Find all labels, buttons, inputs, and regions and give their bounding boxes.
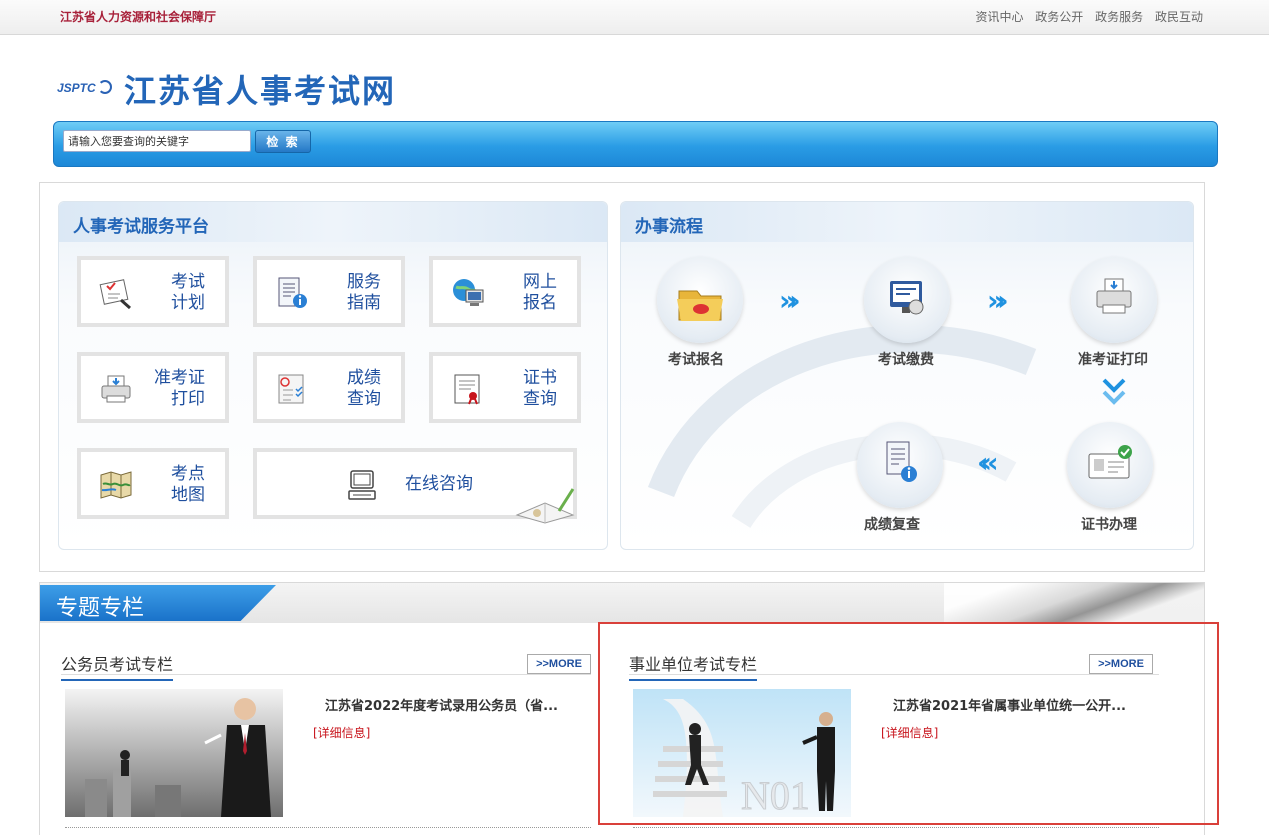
certificate-icon xyxy=(454,374,480,405)
service-platform-panel: 人事考试服务平台 考试 计划 服务 指南 网上 报名 准考证 打印 成绩 查询 证书 查询 … xyxy=(58,201,608,550)
info-document-icon xyxy=(278,277,307,308)
exam-site-map-line1: 考点 xyxy=(171,464,205,484)
computer-icon xyxy=(348,470,376,500)
column-title[interactable]: 公务员考试专栏 xyxy=(61,651,174,681)
flow-step-register[interactable] xyxy=(657,257,743,343)
globe-computer-icon xyxy=(453,279,484,306)
workflow-panel: 办事流程 考试报名 »› 考试缴费 »› 准考证打印 成绩复查 ‹« 证书办理 xyxy=(620,201,1194,550)
news-thumbnail-image[interactable] xyxy=(65,689,283,817)
chevron-right-icon: »› xyxy=(987,284,1008,317)
exam-plan-line1: 考试 xyxy=(171,272,205,292)
flow-step-certificate[interactable] xyxy=(1067,422,1153,508)
service-guide-line2: 指南 xyxy=(347,293,381,313)
certificate-query-button[interactable]: 证书 查询 xyxy=(429,352,581,423)
civil-servant-column: 公务员考试专栏 >>MORE 江苏省2022年度考试录用公务员（省... [详细… xyxy=(61,651,591,831)
special-header: 专题专栏 xyxy=(40,583,1204,623)
special-title: 专题专栏 xyxy=(56,596,145,621)
exam-plan-button[interactable]: 考试 计划 xyxy=(77,256,229,327)
logo-text: JSPTC xyxy=(57,81,96,95)
online-register-label: 网上 报名 xyxy=(497,272,557,314)
flow-label-score-review: 成绩复查 xyxy=(864,517,920,533)
nav-interaction[interactable]: 政民互动 xyxy=(1155,10,1203,24)
certificate-query-line1: 证书 xyxy=(523,368,557,388)
admission-ticket-line2: 打印 xyxy=(171,389,205,409)
detail-link[interactable]: [详细信息] xyxy=(313,724,370,741)
panel-header xyxy=(621,202,1193,242)
top-nav: 资讯中心 政务公开 政务服务 政民互动 xyxy=(967,8,1203,25)
exam-plan-line2: 计划 xyxy=(171,293,205,313)
book-pen-icon xyxy=(515,488,575,524)
flow-label-payment: 考试缴费 xyxy=(878,352,934,368)
monitor-form-icon xyxy=(890,281,924,315)
highlight-box xyxy=(598,622,1219,825)
certificate-query-line2: 查询 xyxy=(523,389,557,409)
exam-plan-label: 考试 计划 xyxy=(145,272,205,314)
exam-paper-icon xyxy=(99,279,131,310)
exam-site-map-line2: 地图 xyxy=(171,485,205,505)
score-query-label: 成绩 查询 xyxy=(321,368,381,410)
flow-label-admission-print: 准考证打印 xyxy=(1078,352,1148,368)
nav-gov-services[interactable]: 政务服务 xyxy=(1095,10,1143,24)
logo[interactable]: JSPTC xyxy=(57,80,112,95)
folder-icon xyxy=(677,290,723,321)
score-query-line1: 成绩 xyxy=(347,368,381,388)
flow-step-admission-print[interactable] xyxy=(1071,257,1157,343)
workflow-title: 办事流程 xyxy=(635,217,703,237)
search-bar: 检 索 xyxy=(53,121,1218,167)
admission-ticket-print-button[interactable]: 准考证 打印 xyxy=(77,352,229,423)
search-button[interactable]: 检 索 xyxy=(255,130,311,153)
score-query-line2: 查询 xyxy=(347,389,381,409)
more-button[interactable]: >>MORE xyxy=(527,654,591,674)
admission-ticket-print-label: 准考证 打印 xyxy=(145,368,205,410)
printer-icon xyxy=(1096,278,1132,314)
dotted-divider xyxy=(65,827,591,828)
main-section: 人事考试服务平台 考试 计划 服务 指南 网上 报名 准考证 打印 成绩 查询 证书 查询 … xyxy=(39,182,1205,572)
info-document-icon xyxy=(886,441,917,482)
certificate-query-label: 证书 查询 xyxy=(497,368,557,410)
online-consult-button[interactable]: 在线咨询 xyxy=(253,448,577,524)
top-bar: 江苏省人力资源和社会保障厅 资讯中心 政务公开 政务服务 政民互动 xyxy=(0,0,1269,35)
exam-site-map-button[interactable]: 考点 地图 xyxy=(77,448,229,519)
online-register-line1: 网上 xyxy=(523,272,557,292)
org-name-link[interactable]: 江苏省人力资源和社会保障厅 xyxy=(60,8,216,25)
service-guide-button[interactable]: 服务 指南 xyxy=(253,256,405,327)
flow-step-score-review[interactable] xyxy=(857,422,943,508)
map-icon xyxy=(100,471,132,499)
chevron-left-icon: ‹« xyxy=(977,446,998,479)
score-query-button[interactable]: 成绩 查询 xyxy=(253,352,405,423)
news-title-link[interactable]: 江苏省2022年度考试录用公务员（省... xyxy=(325,695,558,714)
service-guide-label: 服务 指南 xyxy=(321,272,381,314)
service-platform-title: 人事考试服务平台 xyxy=(73,217,209,237)
service-guide-line1: 服务 xyxy=(347,272,381,292)
book-banner-image xyxy=(944,583,1204,623)
search-input[interactable] xyxy=(63,130,251,152)
chevron-right-icon: »› xyxy=(779,284,800,317)
exam-site-map-label: 考点 地图 xyxy=(145,464,205,506)
flow-label-certificate: 证书办理 xyxy=(1081,517,1137,533)
nav-gov-affairs[interactable]: 政务公开 xyxy=(1035,10,1083,24)
dotted-divider xyxy=(633,827,1159,828)
id-card-icon xyxy=(1088,445,1132,479)
site-title[interactable]: 江苏省人事考试网 xyxy=(124,66,396,112)
chevron-down-icon xyxy=(1102,378,1126,405)
online-register-line2: 报名 xyxy=(523,293,557,313)
nav-news-center[interactable]: 资讯中心 xyxy=(975,10,1023,24)
flow-step-payment[interactable] xyxy=(864,257,950,343)
printer-icon xyxy=(101,375,131,403)
score-sheet-icon xyxy=(278,374,304,404)
flow-label-register: 考试报名 xyxy=(668,352,724,368)
online-register-button[interactable]: 网上 报名 xyxy=(429,256,581,327)
admission-ticket-line1: 准考证 xyxy=(154,368,205,388)
logo-arc-icon xyxy=(97,80,112,94)
online-consult-label: 在线咨询 xyxy=(405,474,473,494)
